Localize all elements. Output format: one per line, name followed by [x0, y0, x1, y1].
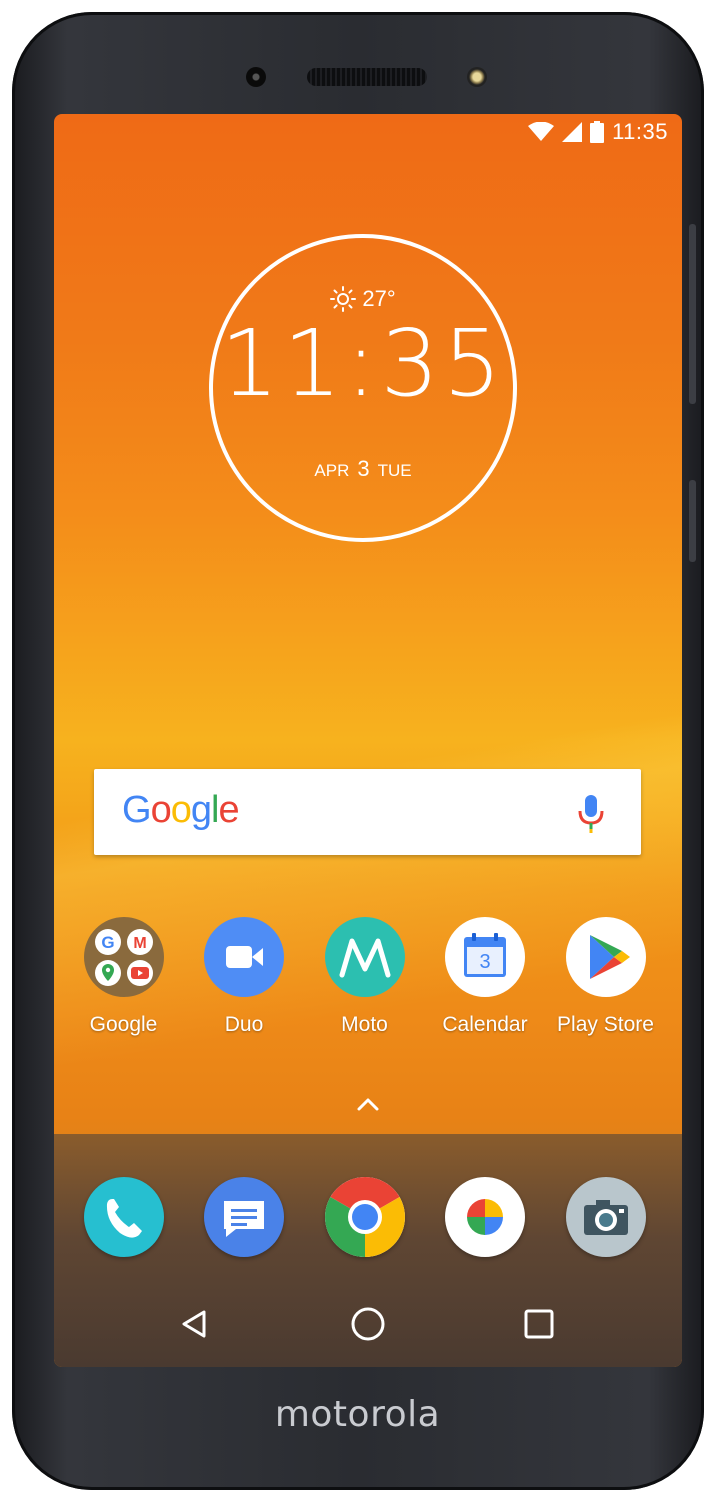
google-logo-letter: G	[122, 789, 152, 831]
status-time: 11:35	[612, 119, 668, 144]
status-bar: 11:35	[528, 119, 668, 144]
svg-text:M: M	[133, 935, 146, 952]
brand-logo: motorola	[274, 1394, 441, 1435]
date-month: APR	[314, 461, 350, 480]
messages-icon	[204, 1177, 284, 1257]
front-flash	[467, 67, 487, 87]
app-drawer-caret-icon[interactable]	[354, 1096, 382, 1112]
home-icon[interactable]	[348, 1304, 388, 1344]
dock-phone[interactable]	[63, 1177, 184, 1257]
app-label: Calendar	[442, 1013, 528, 1036]
google-folder-icon: G M	[83, 917, 164, 997]
clock-time: 11:35	[220, 310, 506, 417]
dock-photos[interactable]	[425, 1177, 546, 1257]
google-logo-letter: o	[150, 789, 172, 831]
google-logo: Google	[122, 789, 240, 832]
recents-icon[interactable]	[519, 1304, 559, 1344]
date-day: 3	[357, 456, 370, 481]
app-duo[interactable]: Duo	[184, 917, 305, 1037]
calendar-icon: 3	[445, 917, 525, 997]
svg-text:G: G	[101, 933, 114, 952]
dock-messages[interactable]	[184, 1177, 305, 1257]
app-moto[interactable]: Moto	[304, 917, 425, 1037]
power-button[interactable]	[689, 480, 696, 562]
back-icon[interactable]	[174, 1304, 214, 1344]
front-camera	[246, 67, 266, 87]
moto-icon	[324, 917, 405, 997]
app-google[interactable]: G M Google	[63, 917, 184, 1037]
app-label: Play Store	[557, 1013, 654, 1036]
weather: 27°	[213, 286, 513, 312]
dock-chrome[interactable]	[304, 1177, 425, 1257]
wifi-icon	[528, 122, 555, 141]
app-calendar[interactable]: 3 Calendar	[425, 917, 546, 1037]
google-logo-letter: e	[218, 789, 239, 831]
google-logo-letter: g	[190, 789, 212, 831]
photos-icon	[445, 1177, 525, 1257]
play-store-icon	[565, 917, 646, 997]
calendar-date: 3	[479, 951, 490, 973]
date-weekday: TUE	[377, 461, 412, 480]
dock-camera[interactable]	[545, 1177, 666, 1257]
screen: 11:35 27° 11:35 APR 3 TUE Google G M Goo…	[54, 114, 682, 1367]
battery-icon	[590, 121, 605, 143]
clock-date: APR 3 TUE	[213, 456, 513, 482]
google-logo-letter: o	[170, 789, 192, 831]
sun-icon	[330, 286, 357, 312]
app-label: Google	[89, 1013, 158, 1036]
duo-icon	[204, 917, 284, 997]
phone-icon	[83, 1177, 164, 1257]
chrome-icon	[324, 1177, 405, 1257]
phone-body: 11:35 27° 11:35 APR 3 TUE Google G M Goo…	[12, 12, 704, 1490]
clock-widget[interactable]: 27° 11:35 APR 3 TUE	[209, 234, 517, 542]
dock	[54, 1177, 682, 1257]
app-label: Duo	[224, 1013, 264, 1036]
signal-icon	[562, 122, 583, 142]
volume-button[interactable]	[689, 224, 696, 404]
app-label: Moto	[341, 1013, 388, 1036]
mic-icon[interactable]	[577, 793, 605, 833]
camera-icon	[565, 1177, 646, 1257]
app-row: G M Google Duo Moto 3 Calendar Play Stor…	[54, 917, 682, 1037]
google-search-bar[interactable]: Google	[94, 769, 641, 855]
app-play-store[interactable]: Play Store	[545, 917, 666, 1037]
temperature: 27°	[362, 286, 396, 311]
navigation-bar	[54, 1304, 682, 1354]
earpiece	[307, 68, 427, 86]
